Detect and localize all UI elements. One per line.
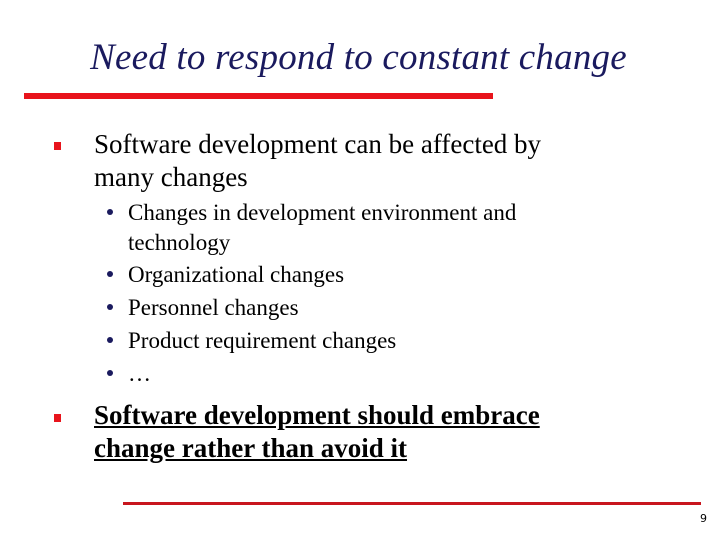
slide-title: Need to respond to constant change bbox=[90, 37, 627, 78]
sub-bullet-5: … bbox=[128, 361, 151, 386]
dot-bullet-icon bbox=[107, 271, 113, 277]
title-underline-bar bbox=[24, 93, 493, 99]
dot-bullet-icon bbox=[107, 337, 113, 343]
square-bullet-icon bbox=[54, 414, 61, 422]
dot-bullet-icon bbox=[107, 209, 113, 215]
bullet-2-line-2: change rather than avoid it bbox=[94, 433, 408, 463]
sub-bullet-1-line-2: technology bbox=[128, 230, 231, 255]
sub-bullet-2: Organizational changes bbox=[128, 262, 345, 287]
sub-bullet-3: Personnel changes bbox=[128, 295, 299, 320]
dot-bullet-icon bbox=[107, 304, 113, 310]
page-number: 9 bbox=[700, 512, 707, 525]
dot-bullet-icon bbox=[107, 370, 113, 376]
bullet-1-line-1: Software development can be affected by bbox=[94, 129, 542, 159]
sub-bullet-1-line-1: Changes in development environment and bbox=[128, 200, 517, 225]
square-bullet-icon bbox=[54, 142, 61, 150]
sub-bullet-4: Product requirement changes bbox=[128, 328, 397, 353]
bullet-2-line-1: Software development should embrace bbox=[94, 400, 540, 430]
bullet-1-line-2: many changes bbox=[94, 162, 248, 192]
footer-divider bbox=[123, 502, 701, 505]
